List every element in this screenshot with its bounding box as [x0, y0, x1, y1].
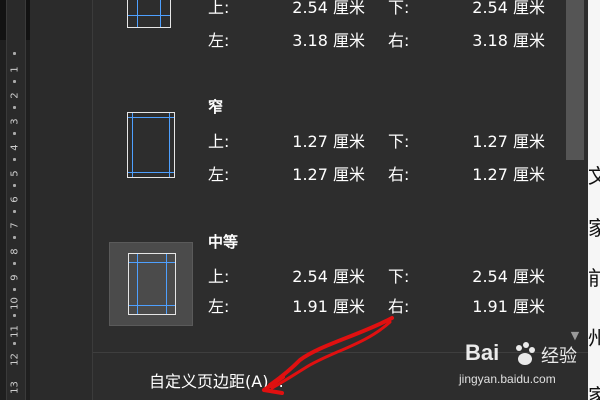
- margin-preview: [109, 242, 193, 326]
- ruler-number: 11: [9, 325, 21, 338]
- top-value: 2.54 厘米: [292, 267, 365, 286]
- top-value: 1.27 厘米: [292, 132, 365, 151]
- baidu-jingyan-watermark: Bai 经验 jingyan.baidu.com: [455, 338, 595, 396]
- left-value: 1.27 厘米: [292, 165, 365, 184]
- top-label: 上:: [208, 0, 230, 17]
- ruler-number: 3: [9, 118, 21, 125]
- bottom-value: 2.54 厘米: [472, 267, 545, 286]
- watermark-site: jingyan.baidu.com: [459, 372, 556, 386]
- top-label: 上:: [208, 132, 230, 151]
- right-value: 1.27 厘米: [472, 165, 545, 184]
- bottom-label: 下:: [388, 267, 410, 286]
- margin-preview: [109, 0, 193, 50]
- left-label: 左:: [208, 31, 230, 50]
- dropdown-scrollbar[interactable]: ▼: [563, 0, 587, 352]
- bottom-value: 1.27 厘米: [472, 132, 545, 151]
- ruler-tick: [13, 236, 16, 239]
- page-preview-icon: [127, 0, 171, 28]
- margin-option-title: 中等: [208, 233, 239, 251]
- custom-margins-button[interactable]: 自定义页边距(A)...: [149, 368, 284, 392]
- ruler-number: 12: [9, 353, 21, 366]
- ruler-number: 8: [9, 248, 21, 255]
- ruler-tick: [13, 342, 16, 345]
- margin-option-normal[interactable]: 上: 2.54 厘米 下: 2.54 厘米 左: 3.18 厘米 右: 3.18…: [93, 0, 563, 50]
- ruler-number: 5: [9, 170, 21, 177]
- right-label: 右:: [388, 31, 410, 50]
- bottom-value: 2.54 厘米: [472, 0, 545, 17]
- margin-option-narrow[interactable]: 窄 上: 1.27 厘米 下: 1.27 厘米 左: 1.27 厘米 右: 1.…: [93, 90, 563, 200]
- right-value: 3.18 厘米: [472, 31, 545, 50]
- watermark-brand: Bai: [465, 340, 500, 365]
- ruler-number: 13: [9, 381, 21, 394]
- left-value: 3.18 厘米: [292, 31, 365, 50]
- ruler-tick: [13, 158, 16, 161]
- ruler-tick: [13, 80, 16, 83]
- ruler-tick: [13, 288, 16, 291]
- right-value: 1.91 厘米: [472, 297, 545, 316]
- ruler-tick: [13, 52, 16, 55]
- left-label: 左:: [208, 297, 230, 316]
- top-label: 上:: [208, 267, 230, 286]
- left-value: 1.91 厘米: [292, 297, 365, 316]
- margin-option-moderate[interactable]: 中等 上: 2.54 厘米 下: 2.54 厘米 左: 1.91 厘米 右: 1…: [93, 225, 563, 335]
- watermark-brand-suffix: 经验: [541, 346, 577, 367]
- ruler-tick: [13, 184, 16, 187]
- ruler-number: 1: [9, 66, 21, 73]
- doc-char: 前: [588, 266, 600, 290]
- ruler-number: 4: [9, 144, 21, 151]
- margin-option-title: 窄: [208, 98, 224, 116]
- ruler-tick: [13, 106, 16, 109]
- ruler-number: 9: [9, 274, 21, 281]
- ruler-tick: [13, 262, 16, 265]
- margin-preview: [109, 102, 193, 186]
- left-label: 左:: [208, 165, 230, 184]
- vertical-ruler: 1 2 3 4 5 6 7 8 9 10 11 12 13: [0, 0, 30, 400]
- doc-char: 文: [588, 164, 600, 188]
- right-label: 右:: [388, 165, 410, 184]
- ruler-number: 7: [9, 222, 21, 229]
- ruler-number: 6: [9, 196, 21, 203]
- scrollbar-thumb[interactable]: [566, 0, 584, 160]
- bottom-label: 下:: [388, 0, 410, 17]
- ruler-tick: [13, 132, 16, 135]
- page-preview-icon: [128, 253, 176, 315]
- top-value: 2.54 厘米: [292, 0, 365, 17]
- ruler-number: 2: [9, 92, 21, 99]
- paw-logo-icon: [516, 342, 535, 365]
- ruler-number: 10: [9, 297, 21, 310]
- ruler-tick: [13, 314, 16, 317]
- doc-char: 家: [588, 216, 600, 240]
- page-preview-icon: [127, 112, 175, 178]
- ruler-tick: [13, 210, 16, 213]
- bottom-label: 下:: [388, 132, 410, 151]
- right-label: 右:: [388, 297, 410, 316]
